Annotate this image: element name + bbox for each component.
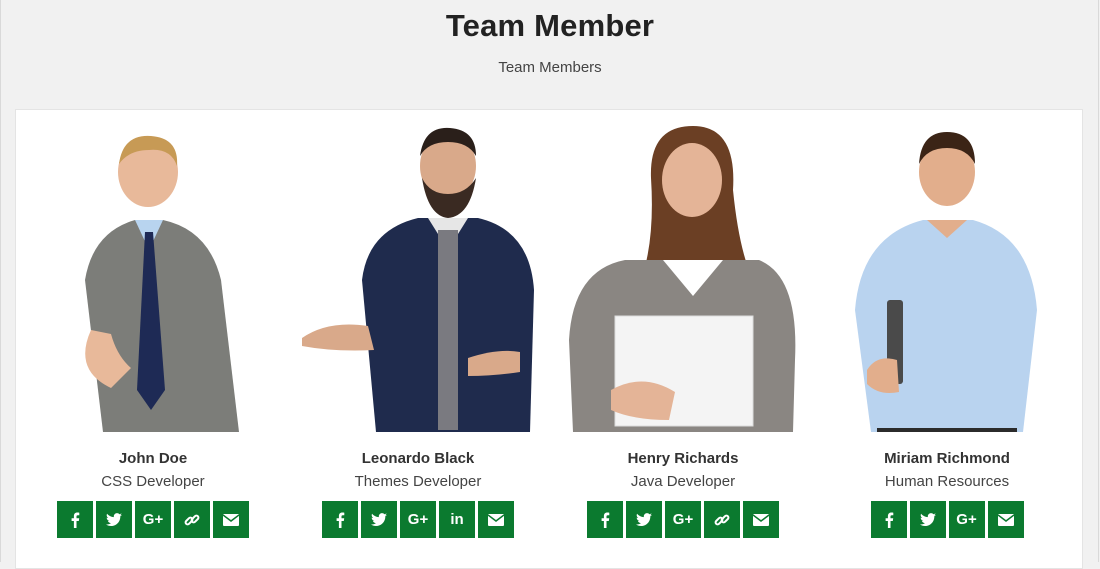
twitter-icon[interactable] [96,501,132,538]
link-icon[interactable] [704,501,740,538]
frame-border-right [1098,0,1099,562]
envelope-icon[interactable] [478,501,514,538]
social-links: G+ in [298,501,538,538]
member-role: Themes Developer [354,473,482,490]
social-links: G+ [563,501,803,538]
google-plus-icon[interactable]: G+ [400,501,436,538]
google-plus-icon[interactable]: G+ [665,501,701,538]
team-panel: John Doe CSS Developer G+ Leonardo Black… [15,109,1083,569]
section-subtitle: Team Members [498,59,602,76]
envelope-icon[interactable] [987,501,1024,538]
member-role: Java Developer [630,473,736,490]
facebook-icon[interactable] [322,501,358,538]
member-name: Miriam Richmond [884,450,1010,467]
facebook-icon[interactable] [57,501,93,538]
member-photo [33,120,273,432]
frame-border-left [0,0,1,562]
member-photo [298,120,538,432]
linkedin-icon[interactable]: in [439,501,475,538]
section-title: Team Member [445,8,655,43]
member-role: CSS Developer [101,473,205,490]
social-links: G+ [827,501,1067,538]
member-name: John Doe [118,450,188,467]
member-role: Human Resources [884,473,1010,490]
facebook-icon[interactable] [587,501,623,538]
facebook-icon[interactable] [870,501,907,538]
social-links: G+ [33,501,273,538]
member-photo [827,120,1067,432]
member-name: Leonardo Black [361,450,475,467]
member-name: Henry Richards [627,450,739,467]
member-photo [563,120,803,432]
twitter-icon[interactable] [626,501,662,538]
google-plus-icon[interactable]: G+ [948,501,985,538]
twitter-icon[interactable] [361,501,397,538]
google-plus-icon[interactable]: G+ [135,501,171,538]
envelope-icon[interactable] [743,501,779,538]
envelope-icon[interactable] [213,501,249,538]
twitter-icon[interactable] [909,501,946,538]
link-icon[interactable] [174,501,210,538]
